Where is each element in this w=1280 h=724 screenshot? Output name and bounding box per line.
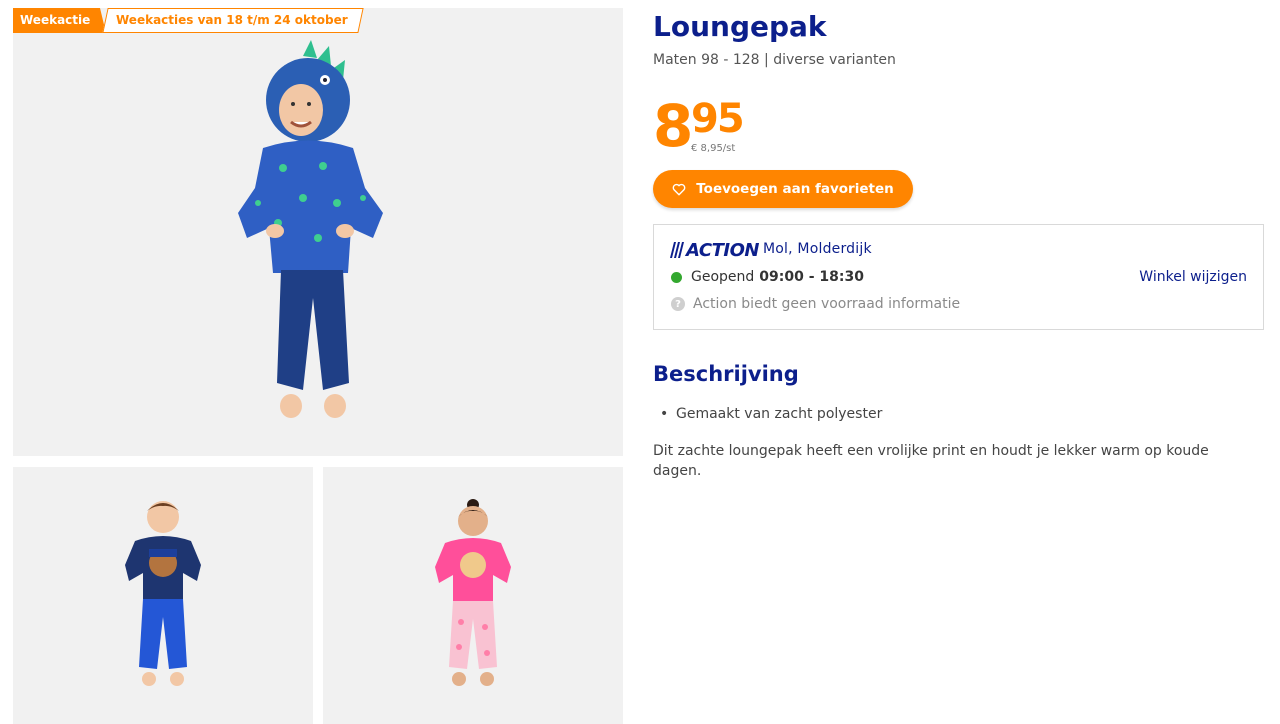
opening-hours: Geopend 09:00 - 18:30 (671, 269, 864, 285)
unit-price: € 8,95/st (691, 143, 736, 154)
kid-blue-pyjama-image (125, 501, 201, 686)
product-title: Loungepak (653, 10, 827, 43)
description-bullets: Gemaakt van zacht polyester (660, 406, 882, 422)
promo-badges: Weekactie Weekacties van 18 t/m 24 oktob… (13, 8, 364, 33)
green-dot-icon (671, 271, 682, 283)
price-cents: 95 (691, 96, 745, 142)
description-bullet: Gemaakt van zacht polyester (660, 406, 882, 422)
store-name: Mol, Molderdijk (763, 241, 872, 257)
action-logo-stripes-icon (670, 242, 684, 258)
weekactie-badge: Weekactie (13, 8, 107, 33)
thumbnail-variant-paw-patrol-blue[interactable] (13, 467, 313, 724)
open-hours: 09:00 - 18:30 (759, 269, 864, 285)
action-logo: ACTION (670, 239, 759, 261)
kid-pink-pyjama-image (435, 499, 511, 686)
action-logo-text: ACTION (686, 239, 759, 261)
product-subtitle: Maten 98 - 128 | diverse varianten (653, 52, 896, 68)
weekactie-dates-badge: Weekacties van 18 t/m 24 oktober (102, 8, 364, 33)
description-title: Beschrijving (653, 362, 799, 386)
change-store-link[interactable]: Winkel wijzigen (1139, 269, 1247, 285)
weekactie-dates-label: Weekacties van 18 t/m 24 oktober (116, 13, 348, 27)
price-euros: 8 (653, 92, 693, 160)
add-to-favorites-label: Toevoegen aan favorieten (696, 181, 894, 197)
stock-info: ? Action biedt geen voorraad informatie (671, 296, 960, 312)
description-text: Dit zachte loungepak heeft een vrolijke … (653, 443, 1209, 479)
add-to-favorites-button[interactable]: Toevoegen aan favorieten (653, 170, 913, 208)
kid-dino-loungepak-image (238, 40, 383, 418)
heart-outline-icon (672, 183, 686, 195)
open-status: Geopend (691, 269, 755, 285)
stock-info-text: Action biedt geen voorraad informatie (693, 296, 961, 312)
thumbnail-variant-paw-patrol-pink[interactable] (323, 467, 623, 724)
question-circle-icon: ? (671, 297, 685, 311)
store-info-box: ACTION Mol, Molderdijk Geopend 09:00 - 1… (653, 224, 1264, 330)
main-product-image[interactable] (13, 8, 623, 456)
